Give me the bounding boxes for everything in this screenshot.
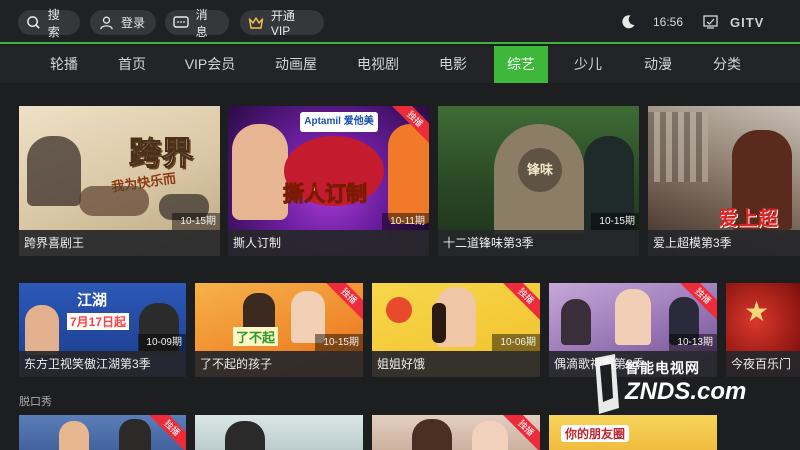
poster-figure	[232, 124, 288, 220]
episode-label: 10-13期	[669, 334, 717, 351]
tab-tv-series[interactable]: 电视剧	[348, 46, 408, 83]
poster-figure	[561, 299, 591, 345]
tab-movies[interactable]: 电影	[430, 46, 476, 83]
poster-title-art: 了不起	[233, 327, 279, 346]
episode-label: 10-15期	[172, 213, 220, 230]
app-root: 搜索 登录 消息 开通VIP 16:56 GITV 轮播 首页 VIP会员 动画…	[0, 0, 800, 450]
poster-figure	[27, 136, 81, 206]
poster-tile[interactable]: 独播 10-06期 姐姐好饿	[372, 283, 540, 377]
poster-title-art: 锋味	[518, 148, 562, 192]
poster-title-art: 撕人订制	[283, 183, 368, 207]
episode-label: 10-15期	[591, 213, 639, 230]
messages-button[interactable]: 消息	[165, 8, 229, 39]
poster-tile[interactable]: 了不起 独播 10-15期 了不起的孩子	[195, 283, 363, 377]
poster-figure	[225, 421, 265, 450]
poster-figure	[472, 421, 508, 450]
tile-title: 了不起的孩子	[195, 351, 363, 377]
message-icon	[173, 14, 190, 31]
poster-title-art: 江湖	[77, 292, 108, 309]
tab-children[interactable]: 少儿	[565, 46, 611, 83]
user-icon	[98, 14, 115, 31]
watermark-en-text: ZNDS.com	[625, 378, 747, 405]
login-label: 登录	[121, 16, 146, 30]
poster-figure	[412, 419, 452, 450]
poster-tile[interactable]: 独播	[372, 415, 540, 450]
poster-decoration	[386, 297, 412, 323]
poster-tile[interactable]: 爱上超 爱上超模第3季	[648, 106, 800, 256]
screen-cast-icon[interactable]	[703, 0, 718, 44]
poster-figure	[59, 421, 89, 450]
vip-button[interactable]: 开通VIP	[240, 9, 324, 38]
top-bar: 搜索 登录 消息 开通VIP 16:56 GITV	[0, 0, 800, 44]
tile-title: 十二道锋味第3季	[438, 230, 639, 256]
poster-title-art: 爱上超	[718, 208, 778, 230]
episode-label: 10-11期	[382, 213, 429, 230]
tile-title: 东方卫视笑傲江湖第3季	[19, 351, 186, 377]
tile-title: 爱上超模第3季	[648, 230, 800, 256]
episode-label: 10-15期	[315, 334, 363, 351]
search-label: 搜索	[47, 7, 60, 39]
poster-tile[interactable]: 独播	[19, 415, 186, 450]
poster-date-art: 7月17日起	[67, 313, 130, 330]
night-mode-icon[interactable]	[620, 0, 636, 44]
watermark-cn-text: 智能电视网	[625, 360, 700, 376]
tile-title: 姐姐好饿	[372, 351, 540, 377]
poster-tile[interactable]: 跨界 我为快乐而 10-15期 跨界喜剧王	[19, 106, 220, 256]
poster-figure	[388, 124, 429, 224]
site-watermark: 智能电视网 ZNDS.com	[591, 352, 761, 418]
poster-building-art	[648, 112, 708, 182]
crown-icon	[248, 14, 265, 31]
poster-figure	[119, 419, 151, 450]
poster-figure	[615, 289, 651, 345]
poster-title-art: 跨界	[128, 135, 194, 172]
poster-tile[interactable]: 锋味 10-15期 十二道锋味第3季	[438, 106, 639, 256]
tab-variety[interactable]: 综艺	[494, 46, 548, 83]
tab-carousel[interactable]: 轮播	[38, 46, 90, 83]
poster-tile[interactable]: Aptamil 爱他美 撕人订制 独播 10-11期 撕人订制	[228, 106, 429, 256]
poster-tile[interactable]: 江湖 7月17日起 10-09期 东方卫视笑傲江湖第3季	[19, 283, 186, 377]
episode-label: 10-06期	[492, 334, 540, 351]
poster-tile[interactable]: 你的朋友圈	[549, 415, 717, 450]
star-icon: ★	[744, 296, 770, 327]
episode-label: 10-09期	[138, 334, 186, 351]
vip-label: 开通VIP	[270, 9, 295, 38]
tab-vip[interactable]: VIP会员	[178, 46, 242, 83]
poster-image: 你的朋友圈	[549, 415, 717, 450]
search-button[interactable]: 搜索	[18, 8, 80, 39]
category-nav: 轮播 首页 VIP会员 动画屋 电视剧 电影 综艺 少儿 动漫 分类	[0, 46, 800, 83]
sponsor-logo: Aptamil 爱他美	[300, 112, 378, 132]
tab-kids-cartoon[interactable]: 动画屋	[266, 46, 326, 83]
tab-home[interactable]: 首页	[106, 46, 158, 83]
login-button[interactable]: 登录	[90, 10, 156, 35]
poster-hair-art	[432, 303, 446, 343]
tile-title: 跨界喜剧王	[19, 230, 220, 256]
clock: 16:56	[653, 15, 684, 29]
search-icon	[26, 14, 42, 31]
poster-figure	[79, 186, 149, 216]
tab-anime[interactable]: 动漫	[632, 46, 684, 83]
poster-figure	[25, 305, 59, 355]
poster-tile[interactable]	[195, 415, 363, 450]
brand-logo: GITV	[730, 14, 765, 30]
section-title: 脱口秀	[19, 396, 52, 408]
tab-category[interactable]: 分类	[701, 46, 753, 83]
tile-title: 撕人订制	[228, 230, 429, 256]
poster-title-art: 你的朋友圈	[561, 425, 630, 442]
poster-image	[195, 415, 363, 450]
messages-label: 消息	[195, 7, 208, 39]
